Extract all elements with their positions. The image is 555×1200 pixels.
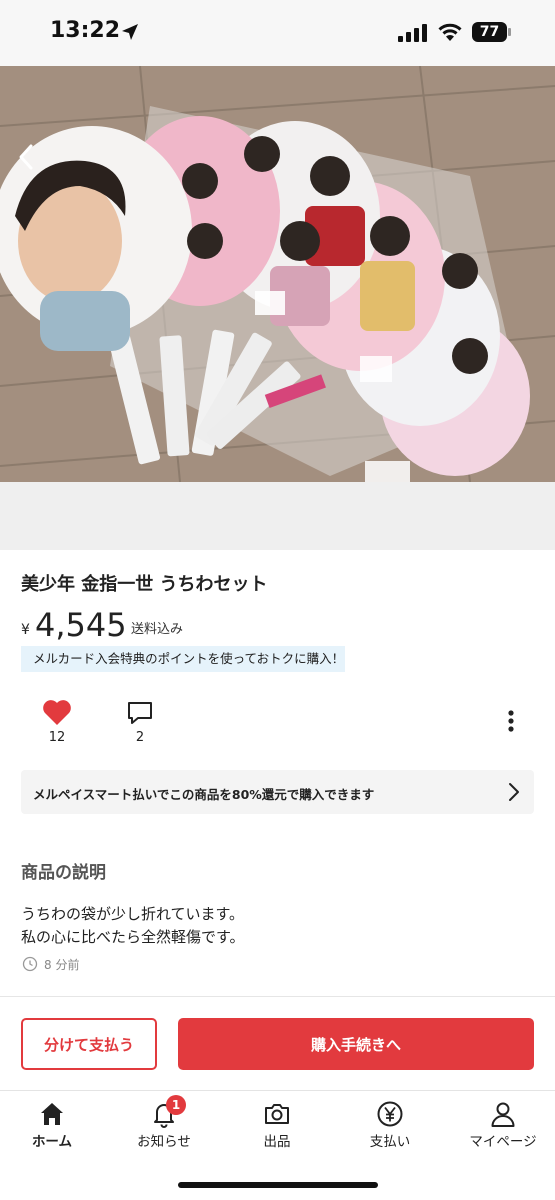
merpay-banner[interactable]: メルペイスマート払いでこの商品を80%還元で購入できます [21,770,534,814]
tab-home[interactable]: ホーム [2,1098,102,1154]
location-arrow-icon [122,24,138,40]
posted-time: 8 分前 [44,958,80,972]
more-options-icon[interactable] [500,706,522,736]
image-footer-gap [0,482,555,550]
product-image[interactable] [0,66,555,482]
promo-banner[interactable]: メルカード入会特典のポイントを使っておトクに購入！ [21,646,345,672]
shipping-note: 送料込み [131,622,184,637]
clock-icon [22,956,38,972]
like-button[interactable]: 12 [40,698,76,748]
signal-icon [398,24,427,42]
tab-label: 支払い [369,1134,411,1150]
product-title: 美少年 金指一世 うちわセット [21,574,268,595]
status-bar: 13:22 77 [0,0,555,66]
camera-icon [265,1104,289,1124]
buy-button[interactable]: 購入手続きへ [178,1018,534,1070]
home-indicator [178,1182,378,1188]
battery-level: 77 [479,24,500,40]
price-value: 4,545 [35,606,127,644]
tab-label: 出品 [263,1134,291,1150]
heart-icon [43,700,71,725]
tab-payment[interactable]: 支払い [340,1098,440,1154]
split-pay-button[interactable]: 分けて支払う [21,1018,157,1070]
tab-sell[interactable]: 出品 [227,1098,327,1154]
wifi-icon [438,23,462,41]
tab-mypage[interactable]: マイページ [453,1098,553,1154]
tab-label: ホーム [31,1134,73,1150]
chevron-right-icon [509,783,519,801]
like-count: 12 [48,730,66,745]
comment-count: 2 [135,730,145,745]
back-button[interactable] [10,140,44,174]
description-line: 私の心に比べたら全然軽傷です。 [21,928,245,946]
tab-notifications[interactable]: お知らせ [114,1098,214,1154]
product-detail-screen: 13:22 77 美少年 金指一世 うちわセット ¥ 4,545 送料込み メル… [0,0,555,1200]
status-time: 13:22 [50,18,121,43]
price-currency: ¥ [21,622,30,638]
battery-icon: 77 [472,20,512,44]
person-icon [491,1102,515,1127]
yen-icon [377,1101,403,1127]
comment-icon [128,702,152,724]
home-icon [41,1103,63,1125]
comment-button[interactable]: 2 [122,698,158,748]
description-heading: 商品の説明 [21,863,106,883]
product-photo [0,66,555,482]
tab-label: マイページ [469,1134,537,1150]
notification-badge: 1 [166,1095,186,1115]
tab-label: お知らせ [137,1134,191,1150]
merpay-banner-text: メルペイスマート払いでこの商品を80%還元で購入できます [33,787,375,802]
description-body: うちわの袋が少し折れています。 私の心に比べたら全然軽傷です。 [21,903,245,949]
description-line: うちわの袋が少し折れています。 [21,905,245,923]
